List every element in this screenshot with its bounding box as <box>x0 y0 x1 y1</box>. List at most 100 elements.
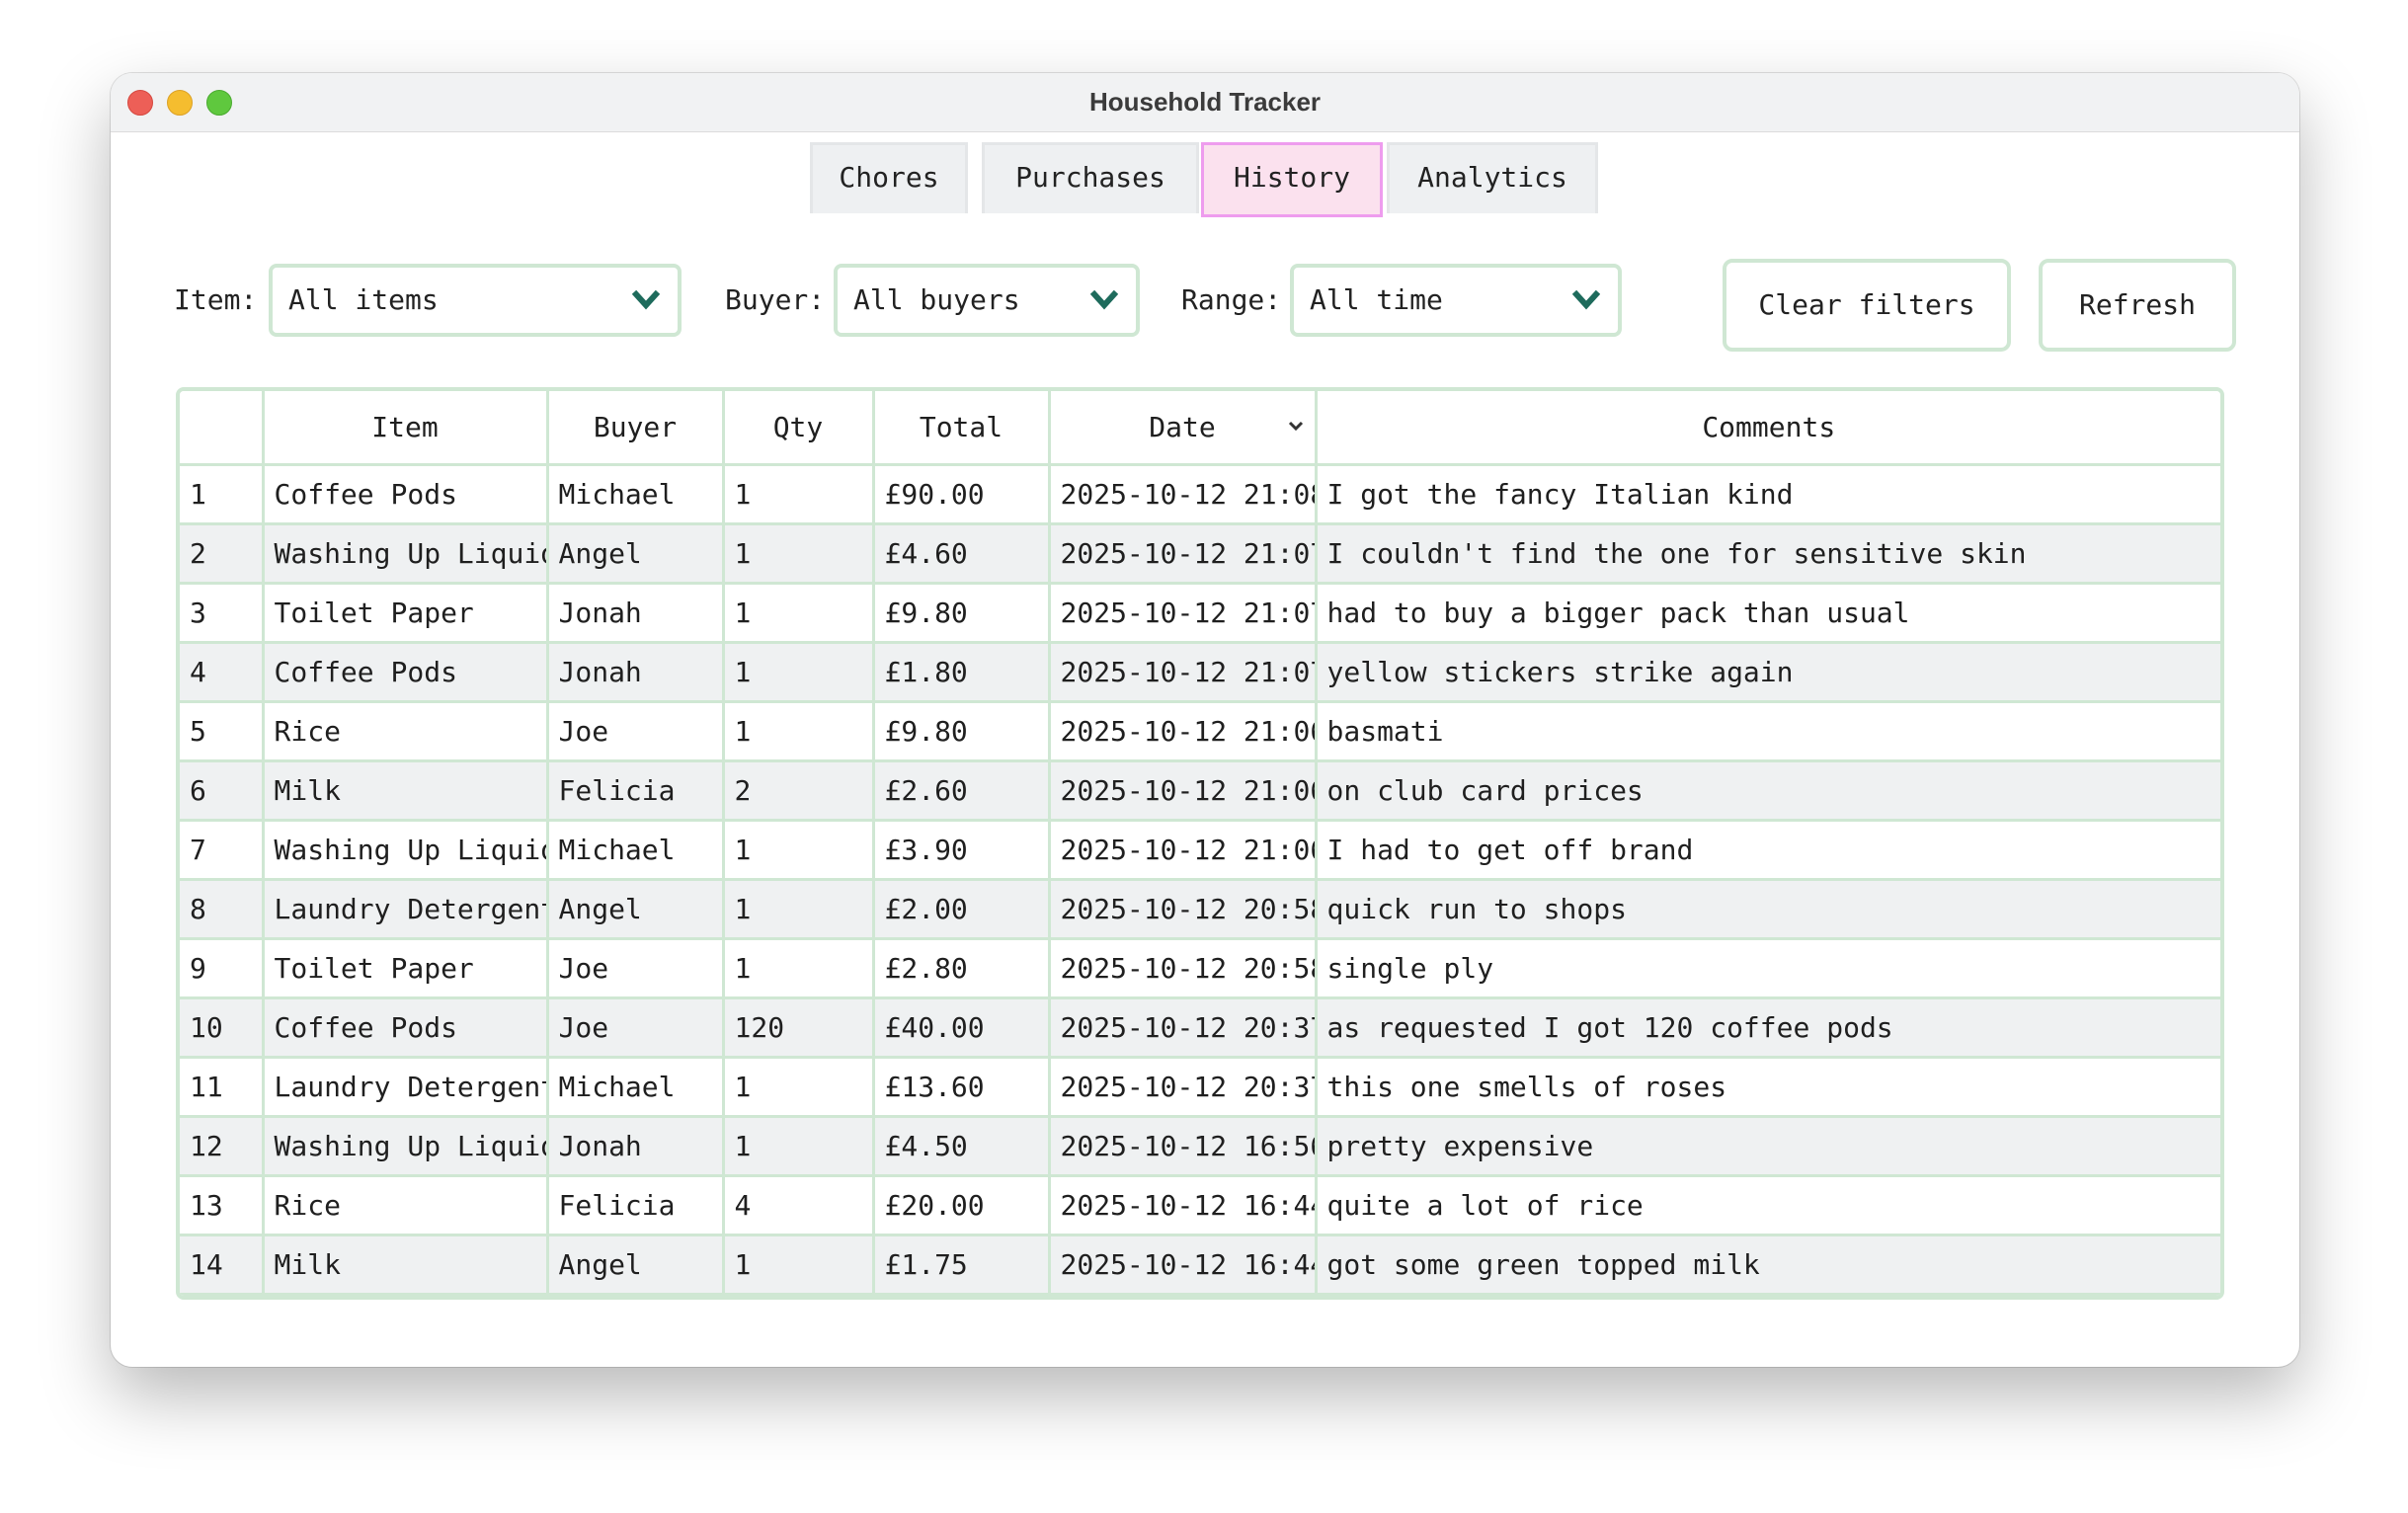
table-row[interactable]: 8 Laundry Detergent Angel 1 £2.00 2025-10-12 … <box>180 877 2220 940</box>
row-index-cell: 5 <box>180 699 265 762</box>
buyer-cell: Michael <box>545 818 725 881</box>
row-index-cell: 7 <box>180 818 265 881</box>
qty-cell: 1 <box>721 818 875 881</box>
row-index-cell: 11 <box>180 1055 265 1118</box>
table-row[interactable]: 2 Washing Up Liquid Angel 1 £4.60 2025-10-12 … <box>180 521 2220 585</box>
table-row[interactable]: 11 Laundry Detergent Michael 1 £13.60 2025-10… <box>180 1055 2220 1118</box>
row-index-cell: 10 <box>180 995 265 1059</box>
buyer-cell: Jonah <box>545 581 725 644</box>
window-title: Household Tracker <box>1088 87 1322 117</box>
buyer-filter-select[interactable]: All buyers <box>834 264 1140 337</box>
item-filter-value: All items <box>288 283 439 316</box>
comments-cell: on club card prices <box>1314 758 2220 822</box>
buyer-cell: Michael <box>545 1055 725 1118</box>
comments-cell: yellow stickers strike again <box>1314 640 2220 703</box>
tab-purchases[interactable]: Purchases <box>982 142 1199 213</box>
row-index-cell: 1 <box>180 462 265 525</box>
table-row[interactable]: 7 Washing Up Liquid Michael 1 £3.90 2025-10-1… <box>180 818 2220 881</box>
row-index-cell: 3 <box>180 581 265 644</box>
buyer-cell: Jonah <box>545 640 725 703</box>
qty-cell: 4 <box>721 1173 875 1236</box>
column-header-comments[interactable]: Comments <box>1314 391 2220 466</box>
buyer-cell: Angel <box>545 877 725 940</box>
item-filter-label: Item: <box>174 283 258 316</box>
clear-filters-button[interactable]: Clear filters <box>1723 259 2011 352</box>
comments-cell: quick run to shops <box>1314 877 2220 940</box>
comments-cell: had to buy a bigger pack than usual <box>1314 581 2220 644</box>
column-header-buyer[interactable]: Buyer <box>545 391 725 466</box>
column-header-index[interactable] <box>180 391 265 466</box>
tab-chores[interactable]: Chores <box>810 142 968 213</box>
chevron-down-icon <box>1572 289 1600 310</box>
table-row[interactable]: 14 Milk Angel 1 £1.75 2025-10-12 16:44 got som… <box>180 1233 2220 1296</box>
buyer-cell: Jonah <box>545 1114 725 1177</box>
chevron-down-icon <box>1090 289 1118 310</box>
total-cell: £1.75 <box>871 1233 1051 1296</box>
buyer-cell: Joe <box>545 936 725 999</box>
title-bar: Household Tracker <box>111 73 2299 132</box>
comments-cell: I got the fancy Italian kind <box>1314 462 2220 525</box>
table-row[interactable]: 10 Coffee Pods Joe 120 £40.00 2025-10-12 20:3… <box>180 995 2220 1059</box>
qty-cell: 1 <box>721 877 875 940</box>
date-cell: 2025-10-12 21:06 <box>1047 758 1318 822</box>
tab-history[interactable]: History <box>1201 142 1383 217</box>
row-index-cell: 13 <box>180 1173 265 1236</box>
buyer-cell: Felicia <box>545 758 725 822</box>
table-row[interactable]: 1 Coffee Pods Michael 1 £90.00 2025-10-12 21:… <box>180 462 2220 525</box>
buyer-cell: Michael <box>545 462 725 525</box>
total-cell: £9.80 <box>871 581 1051 644</box>
qty-cell: 1 <box>721 1055 875 1118</box>
column-header-qty[interactable]: Qty <box>721 391 875 466</box>
table-row[interactable]: 13 Rice Felicia 4 £20.00 2025-10-12 16:44 quit… <box>180 1173 2220 1236</box>
qty-cell: 1 <box>721 936 875 999</box>
date-cell: 2025-10-12 21:08 <box>1047 462 1318 525</box>
row-index-cell: 12 <box>180 1114 265 1177</box>
chevron-down-icon <box>632 289 660 310</box>
qty-cell: 1 <box>721 462 875 525</box>
tab-analytics[interactable]: Analytics <box>1387 142 1598 213</box>
total-cell: £3.90 <box>871 818 1051 881</box>
comments-cell: got some green topped milk <box>1314 1233 2220 1296</box>
buyer-cell: Joe <box>545 995 725 1059</box>
total-cell: £2.80 <box>871 936 1051 999</box>
total-cell: £4.60 <box>871 521 1051 585</box>
row-index-cell: 9 <box>180 936 265 999</box>
item-cell: Washing Up Liquid <box>261 1114 549 1177</box>
buyer-cell: Felicia <box>545 1173 725 1236</box>
buyer-filter-value: All buyers <box>853 283 1020 316</box>
table-row[interactable]: 12 Washing Up Liquid Jonah 1 £4.50 2025-10-12… <box>180 1114 2220 1177</box>
table-row[interactable]: 5 Rice Joe 1 £9.80 2025-10-12 21:06 basmati <box>180 699 2220 762</box>
total-cell: £2.60 <box>871 758 1051 822</box>
table-row[interactable]: 4 Coffee Pods Jonah 1 £1.80 2025-10-12 21:07 y… <box>180 640 2220 703</box>
qty-cell: 120 <box>721 995 875 1059</box>
range-filter-value: All time <box>1310 283 1443 316</box>
item-cell: Rice <box>261 1173 549 1236</box>
item-filter-select[interactable]: All items <box>269 264 682 337</box>
range-filter-select[interactable]: All time <box>1290 264 1622 337</box>
column-header-item[interactable]: Item <box>261 391 549 466</box>
total-cell: £1.80 <box>871 640 1051 703</box>
comments-cell: as requested I got 120 coffee pods <box>1314 995 2220 1059</box>
table-row[interactable]: 3 Toilet Paper Jonah 1 £9.80 2025-10-12 21:07… <box>180 581 2220 644</box>
item-cell: Laundry Detergent <box>261 877 549 940</box>
row-index-cell: 14 <box>180 1233 265 1296</box>
item-cell: Milk <box>261 1233 549 1296</box>
item-cell: Washing Up Liquid <box>261 521 549 585</box>
refresh-button[interactable]: Refresh <box>2039 259 2236 352</box>
row-index-cell: 8 <box>180 877 265 940</box>
comments-cell: single ply <box>1314 936 2220 999</box>
item-cell: Coffee Pods <box>261 640 549 703</box>
buyer-cell: Angel <box>545 1233 725 1296</box>
date-cell: 2025-10-12 21:06 <box>1047 818 1318 881</box>
total-cell: £2.00 <box>871 877 1051 940</box>
item-cell: Washing Up Liquid <box>261 818 549 881</box>
date-cell: 2025-10-12 20:58 <box>1047 936 1318 999</box>
column-header-date[interactable]: Date <box>1047 391 1318 466</box>
table-row[interactable]: 9 Toilet Paper Joe 1 £2.80 2025-10-12 20:58 si… <box>180 936 2220 999</box>
total-cell: £13.60 <box>871 1055 1051 1118</box>
app-window: Household Tracker Chores Purchases Histo… <box>111 73 2299 1367</box>
table-header-row: Item Buyer Qty Total Date Comments <box>180 391 2220 466</box>
table-row[interactable]: 6 Milk Felicia 2 £2.60 2025-10-12 21:06 on clu… <box>180 758 2220 822</box>
column-header-total[interactable]: Total <box>871 391 1051 466</box>
total-cell: £9.80 <box>871 699 1051 762</box>
